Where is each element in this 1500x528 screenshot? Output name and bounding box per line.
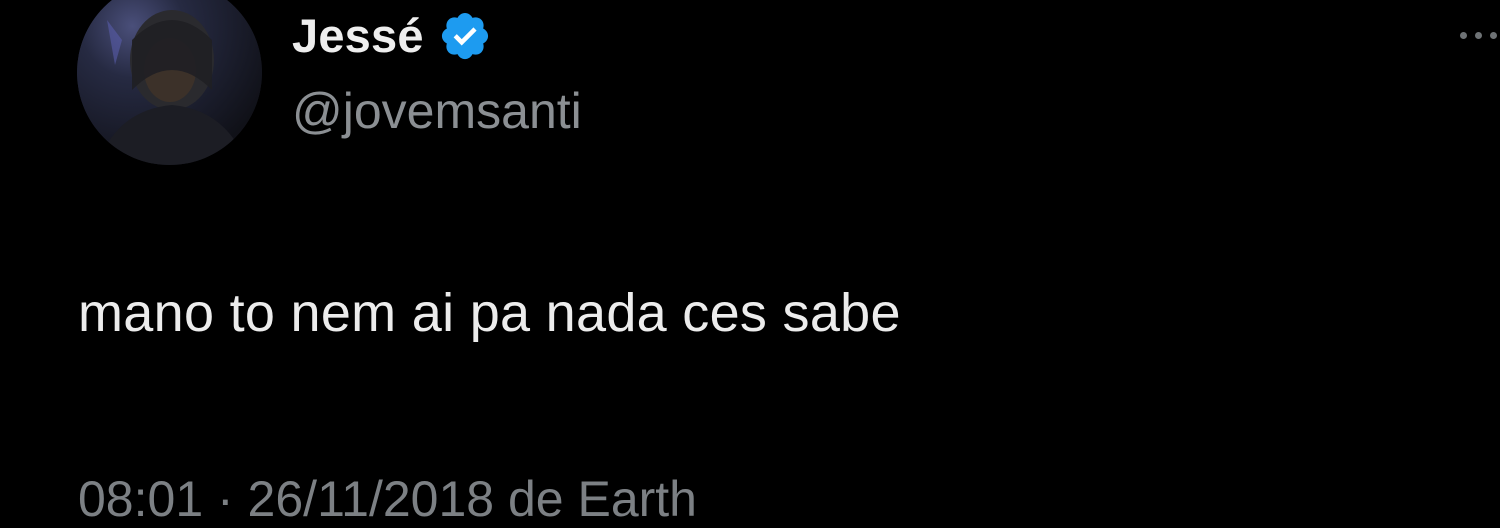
tweet-timestamp[interactable]: 08:01 · 26/11/2018 de Earth: [78, 470, 697, 528]
display-name[interactable]: Jessé: [292, 8, 424, 63]
tweet-text: mano to nem ai pa nada ces sabe: [78, 283, 901, 343]
avatar[interactable]: [77, 0, 262, 165]
verified-badge-icon: [438, 9, 492, 63]
more-dot: [1460, 31, 1467, 39]
user-handle[interactable]: @jovemsanti: [292, 82, 582, 140]
more-dot: [1490, 31, 1497, 39]
avatar-photo: [77, 0, 262, 165]
more-dot: [1475, 31, 1482, 39]
display-name-row[interactable]: Jessé: [292, 8, 492, 63]
more-options-icon[interactable]: [1460, 28, 1500, 42]
